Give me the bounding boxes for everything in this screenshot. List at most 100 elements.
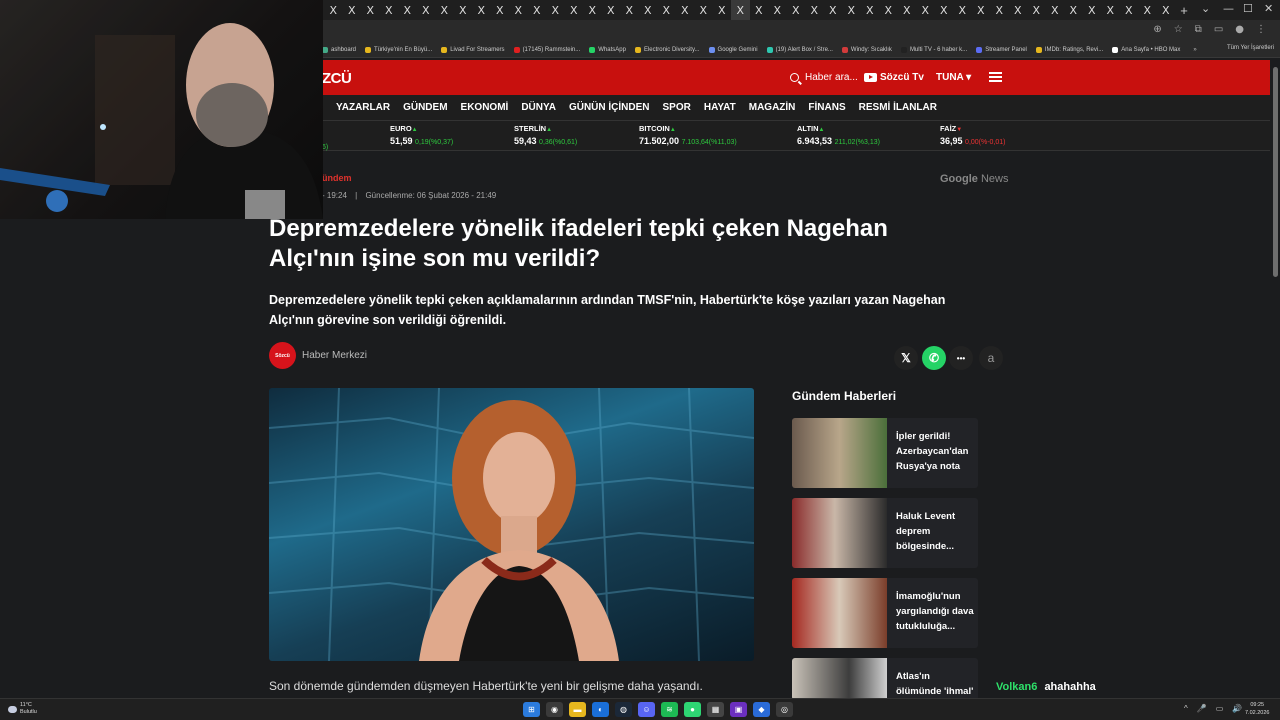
browser-tab[interactable]: X [787, 0, 806, 20]
menu-icon[interactable]: ⋮ [1256, 24, 1266, 35]
hamburger-menu-icon[interactable] [989, 72, 1002, 82]
browser-tab[interactable]: X [1009, 0, 1028, 20]
browser-tab[interactable]: X [916, 0, 935, 20]
sidebar-news-card[interactable]: Haluk Levent deprem bölgesinde... [792, 498, 978, 568]
browser-tab[interactable]: X [805, 0, 824, 20]
browser-tab[interactable]: X [972, 0, 991, 20]
sidebar-news-card[interactable]: İmamoğlu'nun yargılandığı dava tutuklulu… [792, 578, 978, 648]
browser-tab[interactable]: X [953, 0, 972, 20]
browser-tab[interactable]: X [731, 0, 750, 20]
sidebar-news-card[interactable]: İpler gerildi! Azerbaycan'dan Rusya'ya n… [792, 418, 978, 488]
ticker-item[interactable]: ALTIN▲ 6.943,53 211,02(%3,13) [797, 124, 880, 146]
browser-tab[interactable]: X [343, 0, 362, 20]
bookmark-item[interactable]: ashboard [322, 46, 356, 53]
browser-tab[interactable]: X [676, 0, 695, 20]
new-tab-button[interactable]: + [1175, 3, 1193, 18]
browser-tab[interactable]: X [694, 0, 713, 20]
browser-tab[interactable]: X [454, 0, 473, 20]
browser-tab[interactable]: X [935, 0, 954, 20]
browser-tab[interactable]: X [990, 0, 1009, 20]
scrollbar-thumb[interactable] [1273, 67, 1278, 277]
browser-tab[interactable]: X [602, 0, 621, 20]
browser-tab[interactable]: X [398, 0, 417, 20]
browser-tab[interactable]: X [620, 0, 639, 20]
nav-item[interactable]: YAZARLAR [336, 102, 390, 113]
browser-tab[interactable]: X [861, 0, 880, 20]
discord-icon[interactable]: ☺ [638, 702, 655, 717]
browser-tab[interactable]: X [768, 0, 787, 20]
system-clock[interactable]: 09:25 7.02.2026 [1245, 701, 1269, 717]
nav-item[interactable]: RESMİ İLANLAR [859, 102, 937, 113]
bookmark-item[interactable]: (19) Alert Box / Stre... [766, 46, 833, 53]
bookmark-star-icon[interactable]: ☆ [1174, 24, 1183, 35]
browser-tab[interactable]: X [583, 0, 602, 20]
app-icon-blue[interactable]: ◆ [753, 702, 770, 717]
ticker-item[interactable]: EURO▲ 51,59 0,19(%0,37) [390, 124, 453, 146]
bookmark-item[interactable]: Türkiye'nin En Büyü... [365, 46, 432, 53]
nav-item[interactable]: GÜNÜN İÇİNDEN [569, 102, 650, 113]
all-bookmarks-link[interactable]: Tüm Yer İşaretleri [1227, 45, 1274, 51]
share-x-icon[interactable]: 𝕏 [894, 346, 918, 370]
extensions-icon[interactable]: ⧉ [1195, 24, 1202, 35]
share-whatsapp-icon[interactable]: ✆ [922, 346, 946, 370]
page-scrollbar[interactable] [1270, 60, 1280, 700]
spotify-icon[interactable]: ≋ [661, 702, 678, 717]
nav-item[interactable]: SPOR [663, 102, 691, 113]
ticker-item[interactable]: BITCOIN▲ 71.502,00 7.103,64(%11,03) [639, 124, 737, 146]
profile-icon[interactable]: ● [1235, 24, 1244, 35]
nav-item[interactable]: FİNANS [808, 102, 845, 113]
bookmark-item[interactable]: IMDb: Ratings, Revi... [1035, 46, 1103, 53]
browser-tab[interactable]: X [361, 0, 380, 20]
network-icon[interactable]: ▭ [1216, 704, 1224, 713]
bookmark-item[interactable]: Windy: Sıcaklık [841, 46, 892, 53]
browser-tab[interactable]: X [639, 0, 658, 20]
browser-tab[interactable]: X [380, 0, 399, 20]
nav-item[interactable]: DÜNYA [521, 102, 556, 113]
browser-tab[interactable]: X [1138, 0, 1157, 20]
chrome-icon[interactable]: ◉ [546, 702, 563, 717]
browser-tab[interactable]: X [491, 0, 510, 20]
author-byline[interactable]: Sözcü Haber Merkezi [269, 342, 367, 369]
calculator-icon[interactable]: ▦ [707, 702, 724, 717]
stream-app-icon[interactable]: ▣ [730, 702, 747, 717]
browser-tab[interactable]: X [565, 0, 584, 20]
browser-tab[interactable]: X [713, 0, 732, 20]
bookmark-item[interactable]: Electronic Diversity... [634, 46, 700, 53]
browser-tab[interactable]: X [879, 0, 898, 20]
browser-tab[interactable]: X [435, 0, 454, 20]
sidebar-news-card[interactable]: Atlas'ın ölümünde 'ihmal' mi var? [792, 658, 978, 712]
file-explorer-icon[interactable]: ▬ [569, 702, 586, 717]
browser-tab[interactable]: X [1046, 0, 1065, 20]
browser-tab[interactable]: X [417, 0, 436, 20]
nav-item[interactable]: EKONOMİ [461, 102, 509, 113]
ticker-item[interactable]: STERLİN▲ 59,43 0,36(%0,61) [514, 124, 577, 146]
nav-item[interactable]: GÜNDEM [403, 102, 447, 113]
microphone-icon[interactable]: 🎤 [1197, 704, 1207, 713]
category-link[interactable]: ündem [322, 173, 352, 183]
browser-tab[interactable]: X [824, 0, 843, 20]
bookmark-item[interactable]: Google Gemini [708, 46, 758, 53]
tray-expand-icon[interactable]: ^ [1184, 704, 1188, 713]
search-box[interactable]: Haber ara... [790, 72, 858, 83]
browser-tab[interactable]: X [509, 0, 528, 20]
close-window-icon[interactable]: ✕ [1264, 2, 1273, 15]
browser-tab[interactable]: X [472, 0, 491, 20]
app-icon-gray[interactable]: ◎ [776, 702, 793, 717]
nav-item[interactable]: MAGAZİN [749, 102, 796, 113]
maximize-icon[interactable]: ☐ [1243, 2, 1253, 15]
font-size-icon[interactable]: a [979, 346, 1003, 370]
browser-tab[interactable]: X [528, 0, 547, 20]
browser-tab[interactable]: X [842, 0, 861, 20]
browser-tab[interactable]: X [546, 0, 565, 20]
bookmark-item[interactable]: Multi TV - 6 haber k... [900, 46, 967, 53]
browser-tab[interactable]: X [750, 0, 769, 20]
bookmark-item[interactable]: Ana Sayfa • HBO Max [1112, 46, 1180, 53]
steam-icon[interactable]: ◍ [615, 702, 632, 717]
bookmarks-overflow-button[interactable]: » [1193, 47, 1196, 53]
edge-icon[interactable]: ◐ [592, 702, 609, 717]
volume-icon[interactable]: 🔊 [1232, 704, 1242, 713]
chat-username[interactable]: Volkan6 [996, 681, 1037, 693]
bookmark-item[interactable]: Livad For Streamers [441, 46, 505, 53]
browser-tab[interactable]: X [324, 0, 343, 20]
nav-item[interactable]: HAYAT [704, 102, 736, 113]
